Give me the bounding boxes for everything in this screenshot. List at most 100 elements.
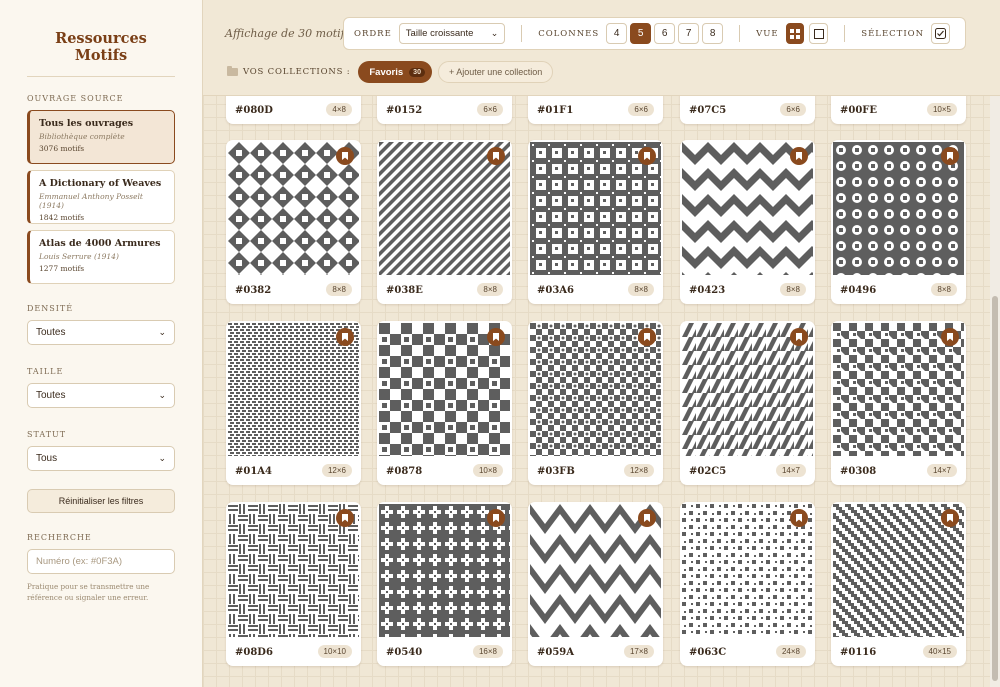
bookmark-shape — [493, 152, 499, 160]
pattern-card[interactable]: #0540 16×8 — [377, 502, 512, 666]
selection-toggle[interactable] — [931, 23, 950, 44]
pattern-card[interactable]: #059A 17×8 — [528, 502, 663, 666]
bookmark-icon[interactable] — [941, 147, 959, 165]
order-select[interactable]: Taille croissante ⌄ — [398, 23, 506, 44]
bookmark-icon[interactable] — [638, 328, 656, 346]
pattern-size-badge: 4×8 — [326, 103, 352, 116]
scrollbar-thumb[interactable] — [992, 296, 998, 681]
bookmark-shape — [493, 333, 499, 341]
pattern-card[interactable]: #063C 24×8 — [680, 502, 815, 666]
pattern-card[interactable]: #02C5 14×7 — [680, 321, 815, 485]
bookmark-shape — [644, 152, 650, 160]
pattern-size-badge: 12×8 — [623, 464, 654, 477]
grid-icon — [790, 28, 801, 39]
pattern-card[interactable]: #038E 8×8 — [377, 140, 512, 304]
single-view-button[interactable] — [809, 23, 829, 44]
bookmark-icon[interactable] — [336, 509, 354, 527]
pattern-size-badge: 8×8 — [931, 283, 957, 296]
size-value: Toutes — [36, 390, 66, 401]
source-card-serrure[interactable]: Atlas de 4000 Armures Louis Serrure (191… — [27, 230, 175, 284]
pattern-card[interactable]: #0423 8×8 — [680, 140, 815, 304]
bookmark-icon[interactable] — [941, 509, 959, 527]
bookmark-icon[interactable] — [790, 328, 808, 346]
bookmark-icon[interactable] — [790, 509, 808, 527]
pattern-size-badge: 8×8 — [628, 283, 654, 296]
pattern-size-badge: 8×8 — [780, 283, 806, 296]
favorites-collection[interactable]: Favoris 30 — [358, 61, 432, 83]
pattern-card[interactable]: #0382 8×8 — [226, 140, 361, 304]
pattern-card[interactable]: #08D6 10×10 — [226, 502, 361, 666]
bookmark-icon[interactable] — [487, 147, 505, 165]
source-subtitle: Louis Serrure (1914) — [39, 252, 119, 261]
order-label: ORDRE — [354, 28, 392, 39]
status-value: Tous — [36, 453, 58, 464]
pattern-id: #059A — [537, 647, 575, 658]
order-value: Taille croissante — [405, 28, 474, 39]
pattern-id: #0423 — [689, 285, 726, 296]
pattern-id: #0540 — [386, 647, 423, 658]
pattern-size-badge: 14×7 — [775, 464, 806, 477]
source-subtitle: Bibliothèque complète — [39, 132, 125, 141]
topbar: Affichage de 30 motifs ORDRE Taille croi… — [203, 0, 1000, 96]
pattern-card[interactable]: #0116 40×15 — [831, 502, 966, 666]
bookmark-shape — [342, 333, 348, 341]
bookmark-shape — [947, 152, 953, 160]
pattern-card[interactable]: #03A6 8×8 — [528, 140, 663, 304]
bookmark-shape — [342, 514, 348, 522]
density-label: DENSITÉ — [27, 304, 74, 313]
pattern-size-badge: 8×8 — [326, 283, 352, 296]
pattern-id: #0152 — [386, 105, 423, 116]
columns-6-button[interactable]: 6 — [654, 23, 676, 44]
pattern-size-badge: 40×15 — [922, 645, 957, 658]
columns-4-button[interactable]: 4 — [606, 23, 628, 44]
pattern-card[interactable]: #0496 8×8 — [831, 140, 966, 304]
chevron-down-icon: ⌄ — [158, 390, 166, 400]
pattern-card[interactable]: #0878 10×8 — [377, 321, 512, 485]
pattern-id: #0308 — [840, 466, 877, 477]
sidebar: Ressources Motifs OUVRAGE SOURCE Tous le… — [0, 0, 203, 687]
pattern-size-badge: 12×6 — [321, 464, 352, 477]
bookmark-icon[interactable] — [941, 328, 959, 346]
source-count: 1842 motifs — [39, 213, 85, 222]
search-input[interactable]: Numéro (ex: #0F3A) — [27, 549, 175, 574]
pattern-id: #080D — [235, 105, 273, 116]
source-title: A Dictionary of Weaves — [39, 178, 162, 189]
size-select[interactable]: Toutes ⌄ — [27, 383, 175, 408]
status-label: STATUT — [27, 430, 67, 439]
density-select[interactable]: Toutes ⌄ — [27, 320, 175, 345]
pattern-card[interactable]: #0308 14×7 — [831, 321, 966, 485]
source-card-all[interactable]: Tous les ouvrages Bibliothèque complète … — [27, 110, 175, 164]
source-card-posselt[interactable]: A Dictionary of Weaves Emmanuel Anthony … — [27, 170, 175, 224]
pattern-size-badge: 10×10 — [317, 645, 352, 658]
source-count: 1277 motifs — [39, 264, 85, 273]
status-select[interactable]: Tous ⌄ — [27, 446, 175, 471]
bookmark-icon[interactable] — [638, 509, 656, 527]
bookmark-icon[interactable] — [790, 147, 808, 165]
pattern-size-badge: 14×7 — [926, 464, 957, 477]
selection-label: SÉLECTION — [861, 28, 925, 39]
bookmark-icon[interactable] — [487, 328, 505, 346]
collections-label: VOS COLLECTIONS : — [243, 67, 351, 77]
reset-filters-button[interactable]: Réinitialiser les filtres — [27, 489, 175, 513]
pattern-id: #038E — [386, 285, 423, 296]
add-collection-button[interactable]: + Ajouter une collection — [437, 61, 554, 83]
divider — [521, 25, 523, 42]
search-label: RECHERCHE — [27, 533, 92, 542]
bookmark-icon[interactable] — [638, 147, 656, 165]
pattern-id: #0116 — [840, 647, 877, 658]
bookmark-icon[interactable] — [487, 509, 505, 527]
pattern-size-badge: 17×8 — [623, 645, 654, 658]
bookmark-shape — [796, 333, 802, 341]
bookmark-icon[interactable] — [336, 147, 354, 165]
bookmark-shape — [947, 514, 953, 522]
scrollbar[interactable] — [990, 0, 1000, 687]
columns-8-button[interactable]: 8 — [702, 23, 724, 44]
toolbar: ORDRE Taille croissante ⌄ COLONNES 45678 … — [343, 17, 966, 50]
columns-5-button[interactable]: 5 — [630, 23, 652, 44]
pattern-card[interactable]: #03FB 12×8 — [528, 321, 663, 485]
columns-7-button[interactable]: 7 — [678, 23, 700, 44]
bookmark-icon[interactable] — [336, 328, 354, 346]
favorites-count: 30 — [409, 67, 425, 77]
grid-view-button[interactable] — [785, 23, 805, 44]
pattern-card[interactable]: #01A4 12×6 — [226, 321, 361, 485]
